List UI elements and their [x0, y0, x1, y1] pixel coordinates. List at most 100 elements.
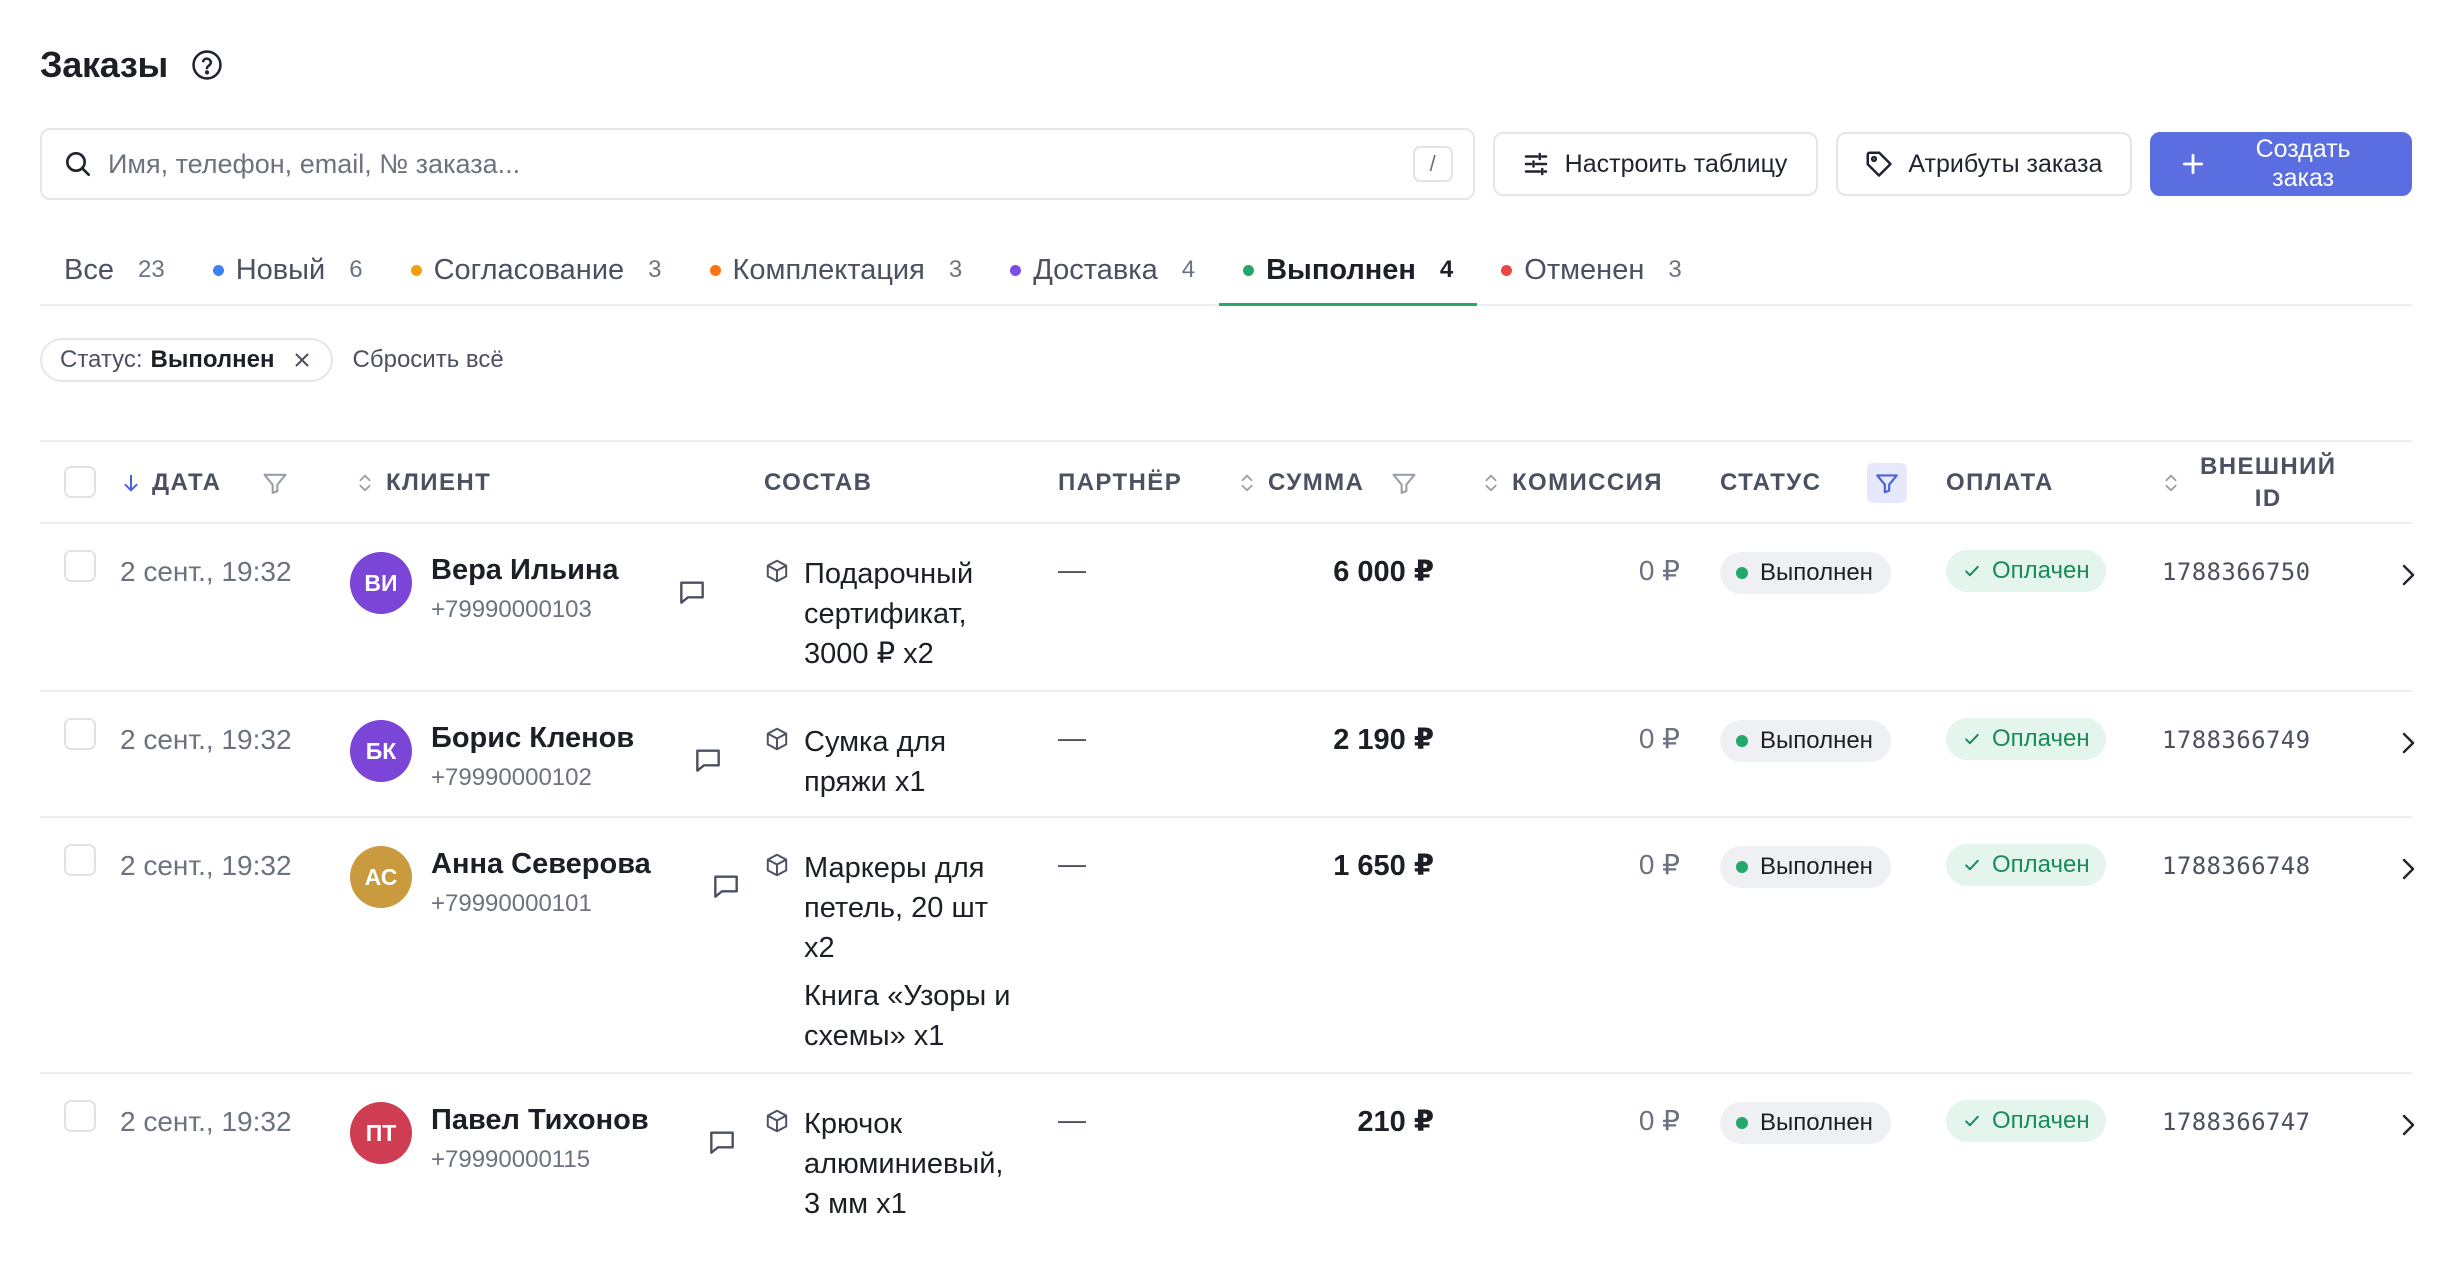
configure-table-button[interactable]: Настроить таблицу — [1492, 132, 1819, 196]
filter-icon[interactable] — [1390, 469, 1418, 497]
avatar: АС — [350, 846, 412, 908]
search-input[interactable] — [108, 148, 1401, 180]
order-item: Маркеры для петель, 20 шт x2 — [804, 852, 988, 964]
orders-page: Заказы / — [0, 0, 2444, 1272]
partner-value: — — [1058, 1104, 1086, 1135]
create-order-button[interactable]: Создать заказ — [2150, 132, 2412, 196]
order-commission: 0 ₽ — [1638, 849, 1680, 880]
create-order-label: Создать заказ — [2255, 135, 2351, 192]
row-checkbox[interactable] — [64, 844, 96, 876]
status-dot — [1736, 567, 1748, 579]
check-icon — [1962, 729, 1982, 749]
partner-value: — — [1058, 722, 1086, 753]
column-client[interactable]: Клиент — [354, 442, 491, 524]
table-row[interactable]: 2 сент., 19:32 ВИ Вера Ильина +799900001… — [40, 524, 2415, 692]
client-name[interactable]: Анна Северова — [431, 848, 651, 881]
row-checkbox[interactable] — [64, 1100, 96, 1132]
comment-icon[interactable] — [706, 1126, 738, 1158]
column-external-id[interactable]: Внешний ID — [2160, 442, 2336, 524]
payment-label: Оплачен — [1992, 557, 2090, 584]
comment-icon[interactable] — [710, 870, 742, 902]
order-items: Подарочный сертификат, 3000 ₽ x2 — [804, 554, 1024, 674]
tag-icon — [1864, 149, 1894, 179]
table-row[interactable]: 2 сент., 19:32 ПТ Павел Тихонов +7999000… — [40, 1074, 2415, 1242]
title-row: Заказы — [40, 44, 224, 86]
table-row[interactable]: 2 сент., 19:32 БК Борис Кленов +79990000… — [40, 692, 2415, 818]
status-dot — [1736, 735, 1748, 747]
client-name[interactable]: Вера Ильина — [431, 554, 619, 587]
tab-label: Согласование — [433, 253, 625, 286]
client-name[interactable]: Борис Кленов — [431, 722, 634, 755]
order-amount: 6 000 ₽ — [1333, 556, 1434, 588]
avatar: ВИ — [350, 552, 412, 614]
row-checkbox[interactable] — [64, 550, 96, 582]
reset-filters-link[interactable]: Сбросить всё — [347, 346, 510, 374]
sort-icon — [1480, 470, 1502, 496]
payment-badge: Оплачен — [1946, 1100, 2106, 1142]
column-status[interactable]: Статус — [1720, 442, 1908, 524]
order-amount: 210 ₽ — [1357, 1106, 1434, 1138]
close-icon[interactable] — [291, 349, 313, 371]
column-amount[interactable]: Сумма — [1236, 442, 1418, 524]
tab-delivery[interactable]: Доставка 4 — [986, 236, 1219, 304]
configure-table-label: Настроить таблицу — [1564, 149, 1788, 178]
comment-icon[interactable] — [676, 576, 708, 608]
tab-count: 3 — [648, 256, 662, 283]
order-items: Маркеры для петель, 20 шт x2 Книга «Узор… — [804, 848, 1024, 1056]
select-all-checkbox[interactable] — [64, 466, 96, 498]
filter-icon[interactable] — [261, 469, 289, 497]
column-date[interactable]: Дата — [120, 442, 289, 524]
chevron-right-icon[interactable] — [2400, 728, 2418, 758]
package-icon — [764, 1108, 790, 1134]
column-title: Клиент — [386, 469, 492, 496]
client-phone: +79990000103 — [431, 596, 592, 623]
status-dot — [410, 264, 422, 276]
order-date: 2 сент., 19:32 — [120, 850, 292, 881]
order-item: Книга «Узоры и схемы» x1 — [804, 980, 1011, 1052]
avatar: БК — [350, 720, 412, 782]
status-label: Выполнен — [1760, 853, 1873, 880]
tab-approval[interactable]: Согласование 3 — [387, 236, 686, 304]
status-dot — [1736, 1117, 1748, 1129]
status-badge: Выполнен — [1720, 846, 1891, 888]
active-filters: Статус: Выполнен Сбросить всё — [40, 338, 510, 382]
sort-icon — [2160, 470, 2182, 496]
search-box[interactable]: / — [40, 128, 1475, 200]
tab-packing[interactable]: Комплектация 3 — [686, 236, 987, 304]
tab-label: Все — [64, 253, 114, 286]
client-name[interactable]: Павел Тихонов — [431, 1104, 649, 1137]
sort-icon — [354, 470, 376, 496]
check-icon — [1962, 561, 1982, 581]
column-items: Состав — [764, 442, 872, 524]
tab-count: 6 — [349, 256, 363, 283]
chevron-right-icon[interactable] — [2400, 1110, 2418, 1140]
comment-icon[interactable] — [692, 744, 724, 776]
tab-cancelled[interactable]: Отменен 3 — [1477, 236, 1705, 304]
order-items: Сумка для пряжи x1 — [804, 722, 1024, 802]
chevron-right-icon[interactable] — [2400, 560, 2418, 590]
tab-new[interactable]: Новый 6 — [189, 236, 387, 304]
payment-label: Оплачен — [1992, 725, 2090, 752]
order-attributes-label: Атрибуты заказа — [1908, 149, 2103, 178]
status-label: Выполнен — [1760, 727, 1873, 754]
tab-label: Выполнен — [1266, 253, 1416, 286]
filter-active-icon[interactable] — [1867, 463, 1908, 503]
partner-value: — — [1058, 554, 1086, 585]
order-attributes-button[interactable]: Атрибуты заказа — [1836, 132, 2133, 196]
order-date: 2 сент., 19:32 — [120, 724, 292, 755]
row-checkbox[interactable] — [64, 718, 96, 750]
status-dot — [1010, 264, 1022, 276]
tab-all[interactable]: Все 23 — [40, 236, 189, 304]
order-item: Подарочный сертификат, 3000 ₽ x2 — [804, 558, 974, 670]
payment-badge: Оплачен — [1946, 550, 2106, 592]
column-partner: Партнёр — [1058, 442, 1182, 524]
tab-completed[interactable]: Выполнен 4 — [1219, 236, 1478, 306]
page-title: Заказы — [40, 44, 168, 85]
column-commission[interactable]: Комиссия — [1480, 442, 1663, 524]
chevron-right-icon[interactable] — [2400, 854, 2418, 884]
status-filter-chip[interactable]: Статус: Выполнен — [40, 338, 333, 382]
check-icon — [1962, 1111, 1982, 1131]
help-icon[interactable] — [190, 48, 224, 82]
table-row[interactable]: 2 сент., 19:32 АС Анна Северова +7999000… — [40, 818, 2415, 1074]
order-date: 2 сент., 19:32 — [120, 556, 292, 587]
